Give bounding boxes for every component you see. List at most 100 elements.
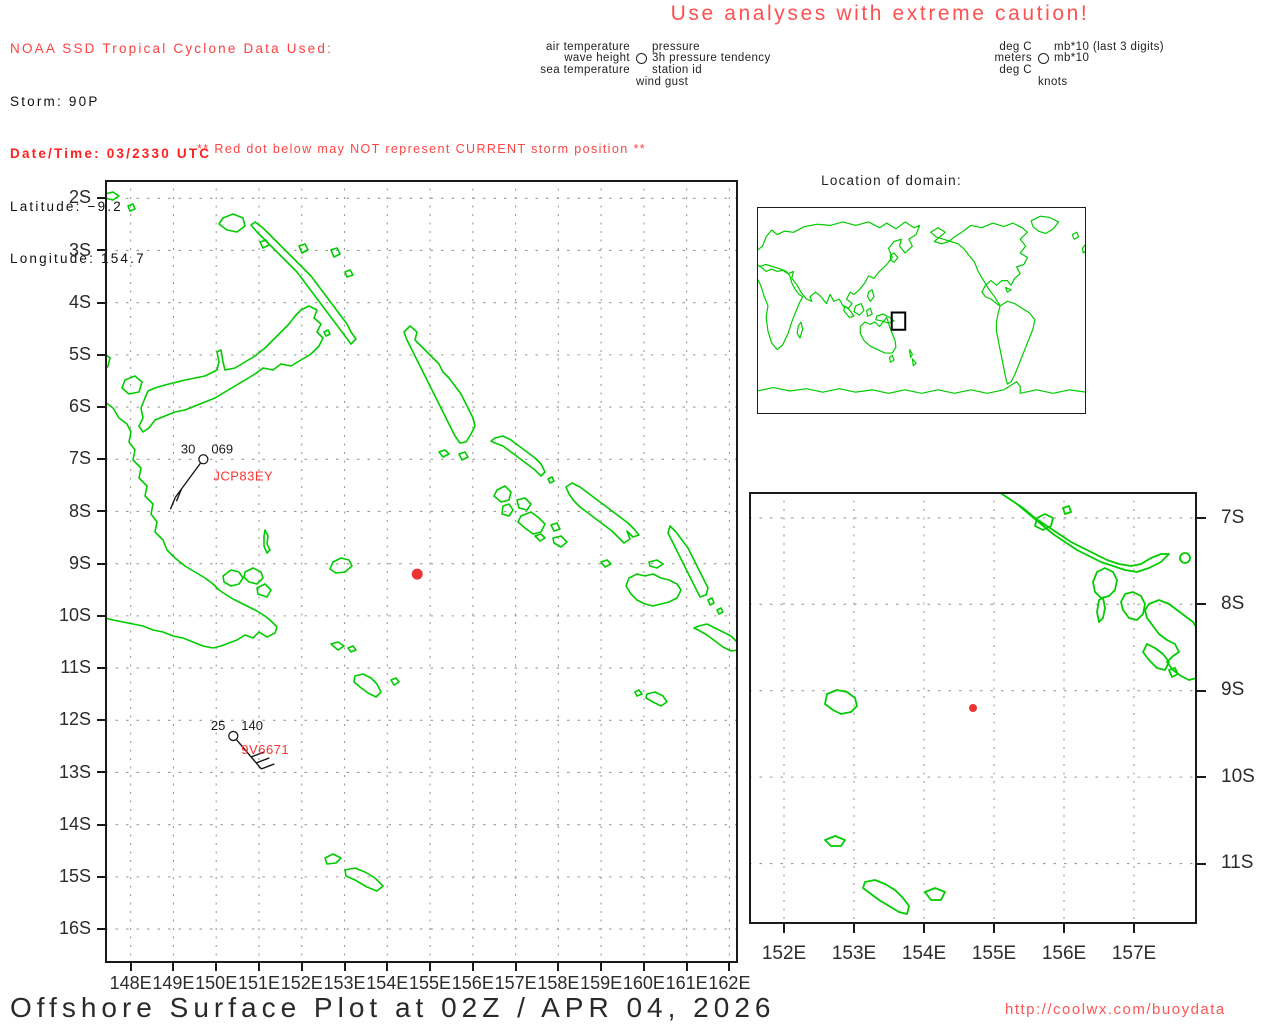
lon-tick	[429, 963, 432, 971]
lat-tick	[97, 823, 105, 826]
lat-tick	[1197, 516, 1206, 519]
lon-tick	[300, 963, 303, 971]
lat-tick	[1197, 689, 1206, 692]
source-url-link[interactable]: http://coolwx.com/buoydata	[1005, 1001, 1226, 1018]
lon-tick	[215, 963, 218, 971]
lat-tick-label: 7S	[1221, 506, 1245, 528]
lat-tick-label: 10S	[58, 605, 91, 626]
lon-tick	[557, 963, 560, 971]
lat-tick	[1197, 862, 1206, 865]
data-source-label: NOAA SSD Tropical Cyclone Data Used:	[10, 41, 334, 56]
lon-tick	[600, 963, 603, 971]
key-left-label: deg C	[999, 63, 1032, 76]
lon-tick	[386, 963, 389, 971]
key-left-label: air temperature	[546, 40, 630, 53]
storm-position-dot	[969, 704, 977, 712]
lat-tick-label: 11S	[1221, 852, 1254, 874]
lat-tick	[1197, 776, 1206, 779]
lat-tick	[97, 928, 105, 931]
lon-tick	[343, 963, 346, 971]
units-row: deg C mb*10 (last 3 digits)	[900, 41, 1164, 53]
lat-tick-label: 16S	[58, 918, 91, 939]
lat-tick-label: 4S	[68, 291, 91, 312]
lat-tick	[97, 875, 105, 878]
lon-tick	[923, 924, 925, 933]
inset-frame	[757, 207, 1086, 414]
station-id: 9V6671	[241, 742, 289, 757]
lon-tick	[471, 963, 474, 971]
lon-tick-label: 162E	[708, 973, 751, 993]
plot-title: Offshore Surface Plot at 02Z / APR 04, 2…	[10, 992, 776, 1023]
lat-tick-label: 5S	[68, 344, 91, 365]
lat-tick	[1197, 603, 1206, 606]
key-left-label: sea temperature	[540, 63, 630, 76]
key-right-label: wind gust	[636, 75, 689, 88]
lon-tick-label: 155E	[971, 943, 1017, 964]
offshore-surface-plot-page: { "header": { "source_label": "NOAA SSD …	[0, 0, 1280, 1024]
lat-tick	[97, 510, 105, 513]
lon-tick	[1133, 924, 1135, 933]
station-plot-units-legend: deg Cmb*10 (last 3 digits) meters mb*10 deg…	[900, 41, 1164, 88]
station-plot-9V6671: 25 140 9V6671	[211, 718, 289, 770]
key-right-label: pressure	[652, 40, 700, 53]
lat-tick	[97, 197, 105, 200]
lat-tick-label: 8S	[68, 500, 91, 521]
lon-tick	[993, 924, 995, 933]
key-left-label: wave height	[564, 52, 630, 65]
key-right-label: station id	[652, 63, 703, 76]
storm-id-label: Storm: 90P	[10, 93, 100, 109]
main-map: 30 069 JCP83EY 25 140 9V6671	[105, 180, 738, 963]
lat-tick-label: 9S	[1221, 679, 1245, 701]
lon-tick	[257, 963, 260, 971]
legend-row: air temperature pressure	[500, 41, 771, 53]
key-left-label: meters	[994, 52, 1032, 65]
zoomed-domain-map	[749, 492, 1197, 924]
lat-tick-label: 3S	[68, 239, 91, 260]
storm-position-dot	[411, 568, 423, 580]
lon-tick	[642, 963, 645, 971]
lat-tick-label: 8S	[1221, 592, 1245, 614]
lat-tick	[97, 301, 105, 304]
station-id: JCP83EY	[213, 468, 273, 483]
lat-tick	[97, 771, 105, 774]
lat-tick-label: 7S	[68, 448, 91, 469]
station-circle-icon	[630, 52, 652, 64]
lat-tick-label: 14S	[58, 813, 91, 834]
station-pressure: 140	[241, 718, 263, 733]
lat-tick-label: 12S	[58, 709, 91, 730]
storm-position-warning: ** Red dot below may NOT represent CURRE…	[197, 142, 646, 156]
world-coastlines	[757, 216, 1086, 393]
caution-title: Use analyses with extreme caution!	[670, 2, 1090, 25]
station-air-temperature: 25	[211, 718, 225, 733]
lon-tick	[514, 963, 517, 971]
units-row: knots	[900, 76, 1164, 88]
station-plot-JCP83EY: 30 069 JCP83EY	[169, 441, 273, 510]
key-right-label: mb*10 (last 3 digits)	[1054, 40, 1165, 53]
lat-tick	[97, 562, 105, 565]
lat-tick-label: 11S	[60, 657, 91, 678]
lat-tick	[97, 667, 105, 670]
lon-tick	[783, 924, 785, 933]
lon-tick	[129, 963, 132, 971]
lon-tick-label: 156E	[1041, 943, 1087, 964]
key-left-label: deg C	[999, 40, 1032, 53]
lat-tick-label: 2S	[68, 187, 91, 208]
inset-title: Location of domain:	[821, 173, 962, 188]
key-right-label: knots	[1038, 75, 1068, 88]
lon-tick	[853, 924, 855, 933]
world-inset-map	[757, 207, 1086, 414]
station-circle-icon	[1032, 52, 1054, 64]
key-right-label: 3h pressure tendency	[652, 52, 771, 65]
lat-tick	[97, 353, 105, 356]
lon-tick	[685, 963, 688, 971]
legend-row: wind gust	[500, 76, 771, 88]
station-pressure: 069	[211, 441, 233, 456]
lat-tick	[97, 458, 105, 461]
lon-tick	[728, 963, 731, 971]
station-circle-icon	[198, 454, 209, 465]
station-circle-icon	[1037, 52, 1049, 64]
station-circle-icon	[635, 52, 647, 64]
zoom-map-coastlines	[825, 492, 1197, 914]
lat-tick	[97, 406, 105, 409]
lon-tick	[1063, 924, 1065, 933]
